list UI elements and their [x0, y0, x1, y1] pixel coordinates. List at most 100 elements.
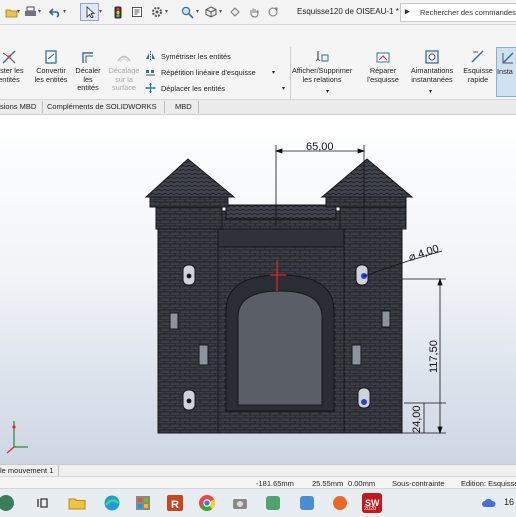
- convert-entities-label: Convertir les entités: [34, 66, 68, 84]
- left-upper-hole: [186, 273, 192, 279]
- offset-surface-label: Décalage sur la surface: [108, 66, 140, 92]
- search-mode-icon[interactable]: ▸: [405, 6, 410, 17]
- status-x-coordinate: -181.65mm: [256, 479, 294, 488]
- view-dropdown-icon[interactable]: ▾: [219, 8, 222, 15]
- left-tower-corbel: [155, 206, 223, 230]
- task-view-icon[interactable]: [33, 493, 53, 513]
- center-roof: [225, 204, 337, 220]
- offset-on-surface-button[interactable]: Décalage sur la surface: [104, 49, 144, 93]
- graphics-area[interactable]: ⌕ ⌕ ↶ ◧ ▣ ▥ ◉ ◐ ◔ ▤: [0, 115, 516, 464]
- traffic-light-icon[interactable]: [111, 5, 125, 19]
- instant-2d-icon: [500, 50, 516, 66]
- camera-app-icon[interactable]: [230, 493, 250, 513]
- open-folder-icon[interactable]: [4, 5, 18, 19]
- rotate-view-icon[interactable]: [266, 5, 280, 19]
- left-slit-2: [198, 344, 209, 366]
- tab-motion-study[interactable]: le mouvement 1: [0, 466, 53, 475]
- solidworks-version-label: 2020: [364, 506, 377, 512]
- tab-mbd-dimensions[interactable]: sions MBD: [0, 102, 36, 111]
- instant-2d-label: Insta: [497, 67, 513, 76]
- undo-dropdown-icon[interactable]: ▾: [63, 8, 66, 15]
- relations-icon: [314, 49, 330, 65]
- right-tower-wall: [341, 220, 403, 434]
- adjust-entities-label: juster les entités: [0, 66, 24, 84]
- offset-entities-icon: [80, 49, 96, 65]
- right-tower-crown: [325, 196, 407, 208]
- rapid-sketch-label: Esquisse rapide: [463, 66, 493, 84]
- move-entities-button[interactable]: Déplacer les entités: [161, 84, 225, 93]
- tab-mbd[interactable]: MBD: [175, 102, 192, 111]
- command-manager-ribbon: juster les entités Convertir les entités…: [0, 25, 516, 101]
- zoom-dropdown-icon[interactable]: ▾: [196, 8, 199, 15]
- edge-browser-icon[interactable]: [102, 493, 122, 513]
- command-search-box[interactable]: ▸ Rechercher des commandes: [400, 3, 516, 22]
- chrome-icon[interactable]: [197, 493, 217, 513]
- app-icon-green[interactable]: [263, 493, 283, 513]
- weather-widget-icon[interactable]: [0, 491, 20, 515]
- right-slit-2: [351, 344, 362, 366]
- move-entities-icon: [145, 83, 156, 93]
- options-dropdown-icon[interactable]: ▾: [165, 8, 168, 15]
- relations-dropdown-icon[interactable]: ▾: [326, 88, 329, 95]
- snap-icon: [424, 49, 440, 65]
- move-entities-dropdown-icon[interactable]: ▾: [282, 85, 285, 92]
- linear-pattern-button[interactable]: Répétition linéaire d'esquisse: [161, 68, 256, 77]
- taskbar-clock[interactable]: 16: [504, 497, 514, 507]
- left-lower-hole: [186, 398, 192, 404]
- select-cursor-icon[interactable]: [80, 3, 99, 21]
- pan-hand-icon[interactable]: [247, 5, 261, 19]
- adjust-entities-button[interactable]: juster les entités: [0, 49, 27, 84]
- axis-triad: [6, 421, 28, 454]
- diameter-dimension[interactable]: ⌀ 4,00: [407, 243, 440, 264]
- svg-text:R: R: [171, 499, 179, 511]
- store-app-icon[interactable]: [133, 493, 153, 513]
- repair-sketch-label: Réparer l'esquisse: [367, 66, 399, 84]
- convert-entities-button[interactable]: Convertir les entités: [32, 49, 70, 84]
- options-gear-icon[interactable]: [150, 5, 164, 19]
- status-edit-mode: Edition: Esquisse: [461, 479, 516, 488]
- repair-sketch-icon: [375, 49, 391, 65]
- file-explorer-icon[interactable]: [67, 493, 87, 513]
- print-icon[interactable]: [23, 5, 37, 19]
- instant-2d-button[interactable]: Insta: [496, 47, 516, 97]
- solidworks-taskbar-icon[interactable]: SW 2020: [362, 493, 382, 513]
- windows-taskbar: R SW 2020 16: [0, 488, 516, 517]
- ribbon-separator: [290, 47, 291, 101]
- app-icon-orange[interactable]: [330, 493, 350, 513]
- select-dropdown-icon[interactable]: ▾: [99, 8, 102, 15]
- height-upper-dimension[interactable]: 117,50: [428, 340, 440, 373]
- mirror-entities-button[interactable]: Symétriser les entités: [161, 52, 231, 61]
- print-dropdown-icon[interactable]: ▾: [38, 8, 41, 15]
- weather-cloud-icon[interactable]: [482, 498, 496, 508]
- rebuild-shape-icon[interactable]: [228, 5, 242, 19]
- right-tower-corbel: [339, 206, 407, 230]
- instant-snaps-button[interactable]: Aimantations instantanées: [406, 49, 458, 84]
- display-delete-relations-button[interactable]: Afficher/Supprimer les relations: [292, 49, 352, 84]
- rhino-app-icon[interactable]: R: [165, 493, 185, 513]
- offset-surface-icon: [116, 49, 132, 65]
- search-input[interactable]: Rechercher des commandes: [420, 8, 516, 17]
- relations-label: Afficher/Supprimer les relations: [292, 66, 353, 84]
- view-cube-icon[interactable]: [204, 5, 218, 19]
- zoom-search-icon[interactable]: [180, 5, 194, 19]
- undo-icon[interactable]: [48, 5, 62, 19]
- offset-entities-button[interactable]: Décaler les entités: [72, 49, 104, 93]
- left-tower-crown: [149, 196, 229, 208]
- height-lower-dimension[interactable]: 24,00: [411, 405, 423, 433]
- tab-solidworks-addins[interactable]: Compléments de SOLIDWORKS: [47, 102, 157, 111]
- castle-model-view[interactable]: 65,00 ⌀ 4,00 117,50 24,00: [0, 115, 516, 464]
- snaps-dropdown-icon[interactable]: ▾: [429, 88, 432, 95]
- linear-pattern-icon: [145, 67, 156, 77]
- gate-door: [237, 290, 323, 406]
- right-lower-hole-selected[interactable]: [361, 399, 367, 405]
- rapid-sketch-button[interactable]: Esquisse rapide: [460, 49, 496, 84]
- file-properties-icon[interactable]: [130, 5, 144, 19]
- linear-pattern-dropdown-icon[interactable]: ▾: [272, 69, 275, 76]
- app-icon-blue[interactable]: [297, 493, 317, 513]
- left-tower-roof: [144, 158, 236, 198]
- instant-snaps-label: Aimantations instantanées: [410, 66, 454, 84]
- open-dropdown-icon[interactable]: ▾: [17, 8, 20, 15]
- width-dimension[interactable]: 65,00: [306, 141, 334, 153]
- status-z-coordinate: 0.00mm: [348, 479, 376, 488]
- repair-sketch-button[interactable]: Réparer l'esquisse: [362, 49, 404, 84]
